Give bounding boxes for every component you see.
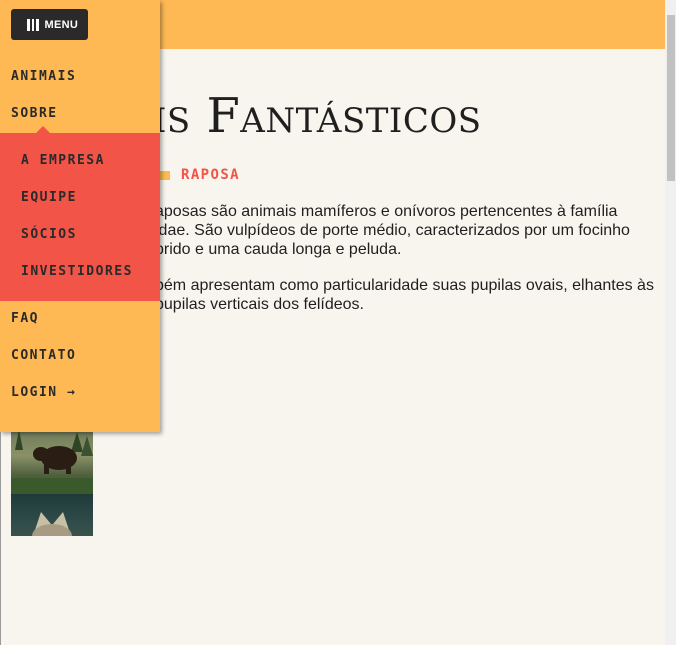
submenu-pointer [36, 126, 50, 133]
nav-item-sobre[interactable]: SOBRE [11, 106, 58, 121]
submenu-item-investidores[interactable]: INVESTIDORES [21, 264, 133, 279]
navigation-menu: MENU ANIMAIS SOBRE A EMPRESA EQUIPE SÓCI… [0, 0, 160, 432]
scrollbar-thumb[interactable] [667, 15, 675, 181]
submenu-item-a-empresa[interactable]: A EMPRESA [21, 153, 105, 168]
bear-photo[interactable] [11, 430, 93, 494]
nav-item-faq[interactable]: FAQ [11, 311, 39, 326]
description-paragraph: bém apresentam como particularidade suas… [155, 277, 654, 313]
nav-item-animais[interactable]: ANIMAIS [11, 69, 76, 84]
menu-bars-icon [27, 18, 39, 31]
nav-item-login[interactable]: LOGIN → [11, 385, 76, 400]
section-label: RAPOSA [181, 167, 240, 183]
submenu-sobre: A EMPRESA EQUIPE SÓCIOS INVESTIDORES [0, 133, 160, 301]
submenu-item-socios[interactable]: SÓCIOS [21, 227, 77, 242]
description-paragraph: aposas são animais mamíferos e onívoros … [155, 203, 630, 258]
page-title: is Fantásticos [153, 88, 482, 144]
menu-toggle-button[interactable]: MENU [11, 9, 88, 40]
wolf-photo[interactable] [11, 494, 93, 536]
menu-button-label: MENU [44, 18, 79, 31]
wolf-illustration [32, 512, 72, 536]
nav-item-contato[interactable]: CONTATO [11, 348, 76, 363]
bear-illustration [11, 430, 93, 494]
submenu-item-equipe[interactable]: EQUIPE [21, 190, 77, 205]
